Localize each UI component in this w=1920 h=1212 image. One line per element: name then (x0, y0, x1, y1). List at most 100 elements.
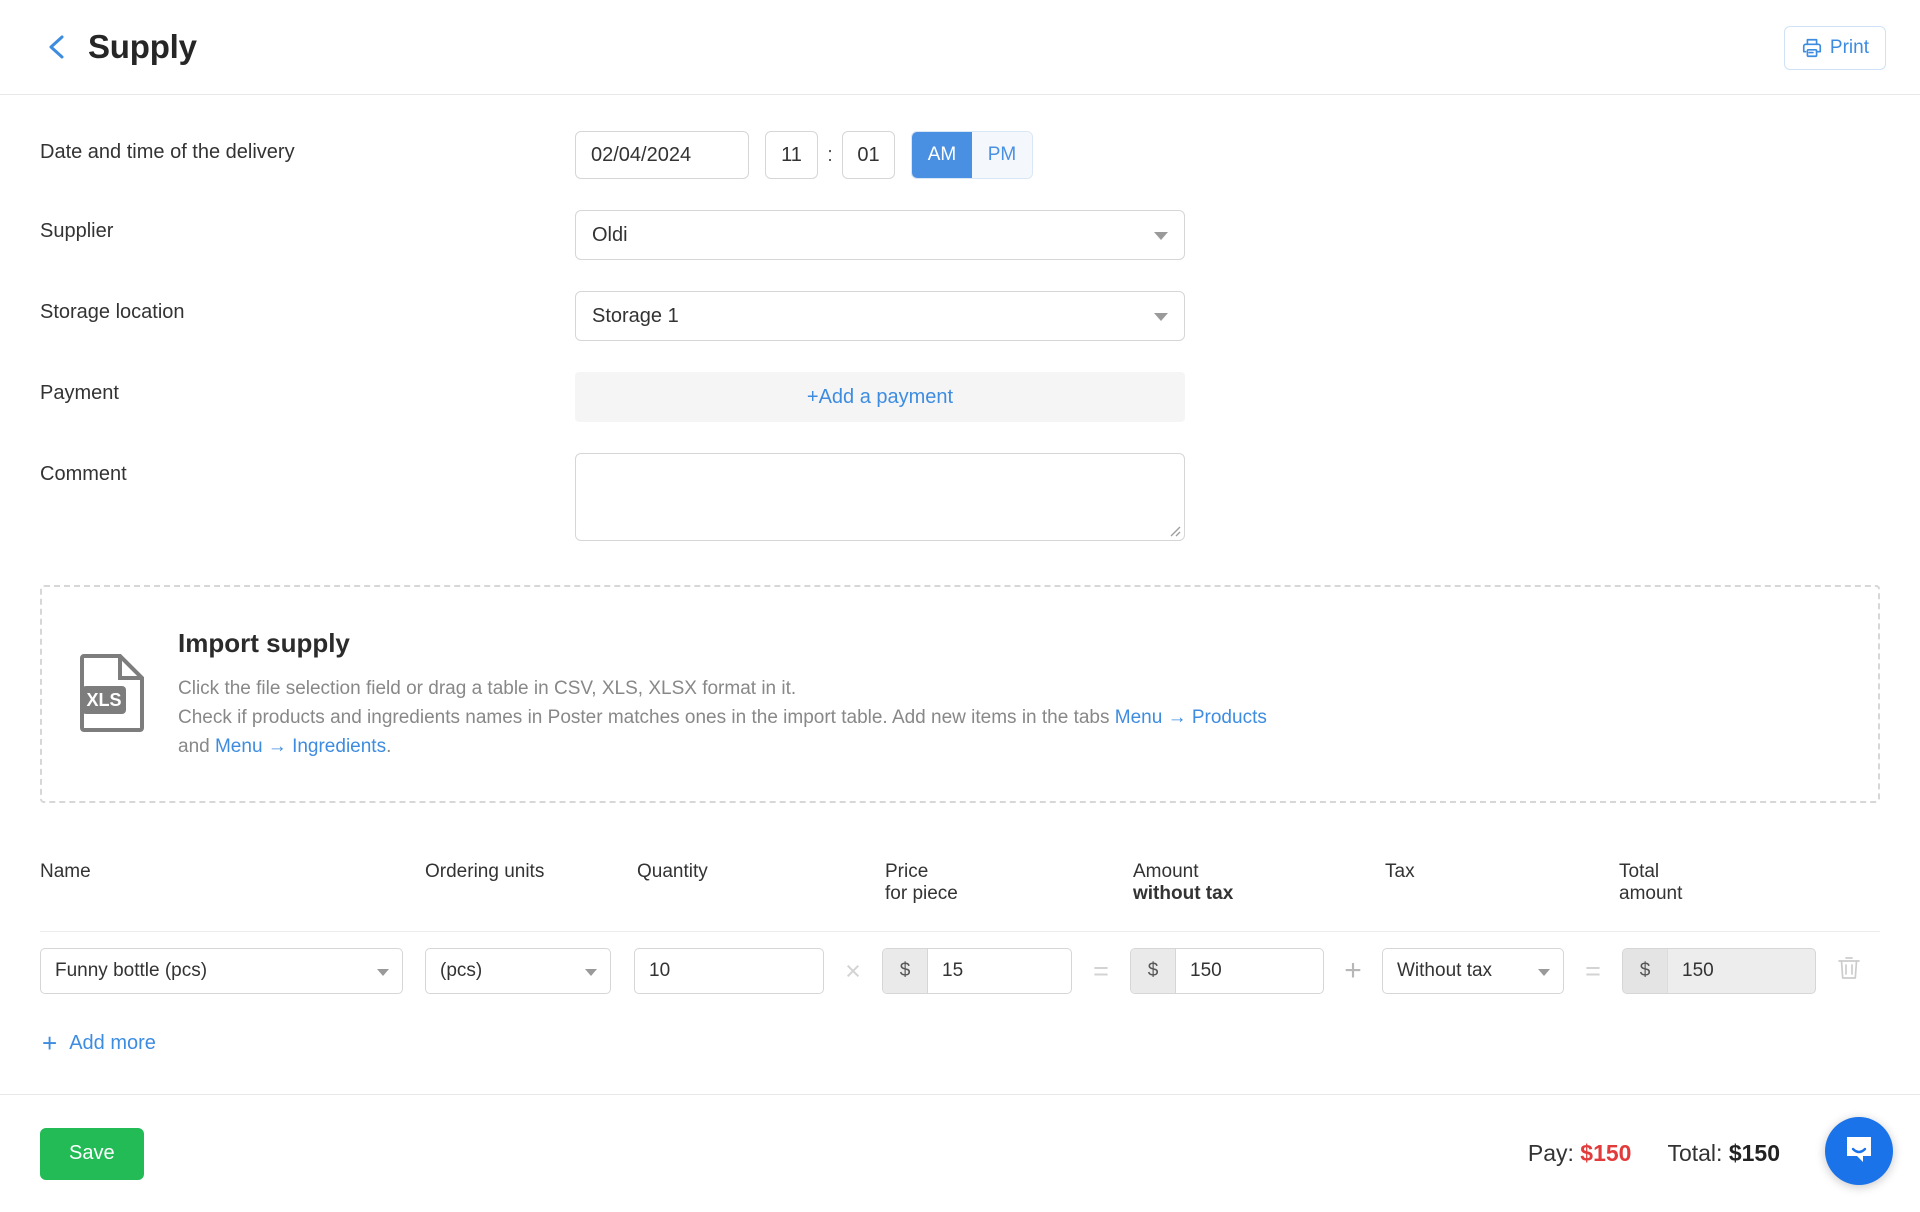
column-header-total: Total amount (1619, 861, 1880, 905)
pay-label: Pay: (1527, 1140, 1574, 1166)
row-name-select[interactable]: Funny bottle (pcs) (40, 948, 403, 994)
column-header-price-sub: for piece (885, 883, 958, 904)
table-header-row: Name Ordering units Quantity Price for p… (40, 861, 1880, 932)
supply-items-table: Name Ordering units Quantity Price for p… (40, 861, 1880, 1057)
import-title: Import supply (178, 627, 350, 658)
delivery-date-input[interactable]: 02/04/2024 (575, 131, 749, 179)
row-amount-value: 150 (1190, 960, 1222, 981)
chevron-down-icon (377, 969, 389, 976)
column-header-units: Ordering units (425, 861, 545, 882)
row-quantity-input[interactable]: 10 (634, 948, 824, 994)
column-header-price: Price for piece (885, 861, 1133, 905)
import-supply-dropzone[interactable]: XLS Import supply Click the file selecti… (40, 585, 1880, 803)
column-header-amount-sub: without tax (1133, 883, 1234, 904)
chat-bubble-icon (1842, 1132, 1876, 1171)
row-tax-select[interactable]: Without tax (1382, 948, 1564, 994)
xls-file-icon: XLS (80, 652, 146, 737)
row-total-value: 150 (1668, 949, 1728, 993)
datetime-label: Date and time of the delivery (40, 141, 295, 163)
svg-text:XLS: XLS (86, 690, 121, 710)
printer-icon (1801, 37, 1823, 59)
add-payment-button[interactable]: +Add a payment (575, 372, 1185, 422)
comment-textarea[interactable] (575, 453, 1185, 541)
field-row-storage: Storage location Storage 1 (40, 291, 1880, 341)
operator-equals: = (1585, 955, 1601, 986)
chevron-down-icon (1154, 313, 1168, 321)
supplier-select[interactable]: Oldi (575, 210, 1185, 260)
pay-summary: Pay: $150 (1528, 1140, 1632, 1167)
import-line-2-text: Check if products and ingredients names … (178, 706, 1115, 728)
supplier-select-value: Oldi (592, 223, 628, 246)
delete-row-button[interactable] (1836, 954, 1862, 988)
column-header-quantity: Quantity (637, 861, 708, 882)
back-button[interactable] (40, 30, 74, 64)
total-summary: Total: $150 (1667, 1140, 1780, 1167)
add-more-button[interactable]: + Add more (42, 1030, 156, 1056)
field-row-comment: Comment (40, 453, 1880, 541)
row-price-value: 15 (942, 960, 964, 981)
delivery-hour-input[interactable]: 11 (765, 131, 818, 179)
total-value: $150 (1728, 1140, 1780, 1166)
save-button[interactable]: Save (40, 1127, 144, 1180)
currency-prefix: $ (1623, 949, 1668, 993)
print-button-label: Print (1829, 37, 1869, 58)
delivery-minute-input[interactable]: 01 (842, 131, 895, 179)
field-row-supplier: Supplier Oldi (40, 210, 1880, 260)
column-header-name: Name (40, 861, 91, 882)
column-header-total-top: Total (1619, 861, 1660, 882)
import-line-2-end: . (386, 735, 392, 757)
column-header-amount-top: Amount (1133, 861, 1199, 882)
storage-location-select[interactable]: Storage 1 (575, 291, 1185, 341)
add-more-label: Add more (69, 1031, 156, 1054)
row-units-value: (pcs) (440, 960, 483, 981)
meridiem-am-option[interactable]: AM (912, 132, 972, 178)
currency-prefix: $ (883, 949, 928, 993)
totals-summary: Pay: $150 Total: $150 (1528, 1140, 1780, 1167)
supplier-label: Supplier (40, 220, 114, 242)
import-line-2: Check if products and ingredients names … (178, 703, 1278, 761)
comment-label: Comment (40, 463, 127, 485)
chevron-left-icon (45, 32, 69, 62)
plus-icon: + (42, 1028, 58, 1058)
row-total-amount: $ 150 (1622, 948, 1816, 994)
row-name-value: Funny bottle (pcs) (55, 960, 208, 981)
page-title: Supply (88, 28, 197, 65)
resize-handle-icon[interactable] (1167, 523, 1181, 537)
payment-label: Payment (40, 382, 119, 404)
menu-ingredients-link[interactable]: Menu → Ingredients (215, 736, 386, 757)
row-tax-value: Without tax (1397, 960, 1493, 981)
print-button[interactable]: Print (1783, 26, 1886, 70)
chat-launcher-button[interactable] (1825, 1117, 1893, 1185)
import-line-1: Click the file selection field or drag a… (178, 677, 797, 699)
row-price-input[interactable]: $ 15 (882, 948, 1072, 994)
column-header-price-top: Price (885, 861, 929, 882)
pay-value: $150 (1580, 1140, 1632, 1166)
supply-form: Date and time of the delivery 02/04/2024… (0, 131, 1920, 541)
import-line-2-mid: and (178, 735, 215, 757)
time-separator: : (827, 143, 833, 166)
storage-select-value: Storage 1 (592, 304, 679, 327)
chevron-down-icon (1154, 232, 1168, 240)
footer-bar: Save Pay: $150 Total: $150 (0, 1094, 1920, 1212)
meridiem-pm-option[interactable]: PM (972, 132, 1032, 178)
meridiem-toggle[interactable]: AM PM (911, 131, 1033, 179)
storage-label: Storage location (40, 301, 185, 323)
table-row: Funny bottle (pcs) (pcs) 10 × $ 15 = $ 1… (40, 932, 1880, 1010)
row-amount-input[interactable]: $ 150 (1130, 948, 1324, 994)
currency-prefix: $ (1131, 949, 1176, 993)
field-row-payment: Payment +Add a payment (40, 372, 1880, 422)
menu-products-link[interactable]: Menu → Products (1115, 707, 1267, 728)
row-units-select[interactable]: (pcs) (425, 948, 611, 994)
page-header: Supply Print (0, 0, 1920, 95)
operator-multiply: × (845, 955, 861, 986)
column-header-amount: Amount without tax (1133, 861, 1385, 905)
column-header-tax: Tax (1385, 861, 1415, 882)
operator-plus: + (1344, 954, 1362, 987)
chevron-down-icon (1538, 969, 1550, 976)
field-row-datetime: Date and time of the delivery 02/04/2024… (40, 131, 1880, 179)
chevron-down-icon (585, 969, 597, 976)
column-header-total-sub: amount (1619, 883, 1683, 904)
operator-equals: = (1093, 955, 1109, 986)
trash-icon (1836, 954, 1862, 988)
total-label: Total: (1667, 1140, 1723, 1166)
